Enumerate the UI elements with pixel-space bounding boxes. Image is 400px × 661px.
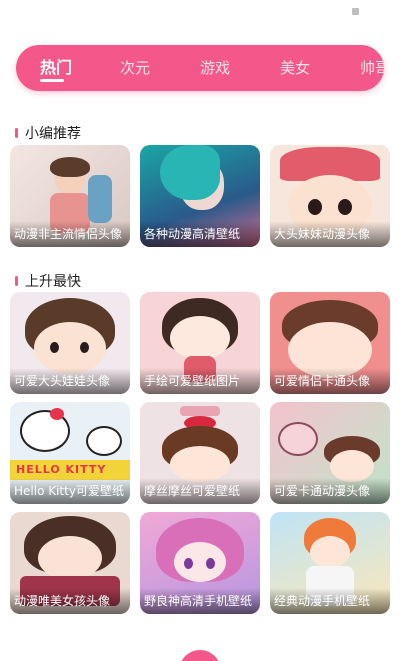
tab-handsome[interactable]: 帅哥 (360, 45, 384, 91)
wallpaper-card[interactable]: 各种动漫高清壁纸 (140, 145, 260, 247)
card-title: 手绘可爱壁纸图片 (140, 368, 260, 394)
tab-games[interactable]: 游戏 (200, 45, 230, 91)
wallpaper-card[interactable]: 可爱情侣卡通头像 (270, 292, 390, 394)
wallpaper-card[interactable]: 动漫非主流情侣头像 (10, 145, 130, 247)
wallpaper-card[interactable]: 手绘可爱壁纸图片 (140, 292, 260, 394)
tab-anime[interactable]: 次元 (120, 45, 150, 91)
wallpaper-card[interactable]: 经典动漫手机壁纸 (270, 512, 390, 614)
card-title: 各种动漫高清壁纸 (140, 221, 260, 247)
section-title-text: 小编推荐 (25, 126, 81, 142)
card-title: Hello Kitty可爱壁纸 (10, 478, 130, 504)
card-title: 可爱大头娃娃头像 (10, 368, 130, 394)
wallpaper-card[interactable]: 可爱大头娃娃头像 (10, 292, 130, 394)
card-title: 经典动漫手机壁纸 (270, 588, 390, 614)
card-title: 可爱卡通动漫头像 (270, 478, 390, 504)
card-title: 动漫非主流情侣头像 (10, 221, 130, 247)
card-title: 可爱情侣卡通头像 (270, 368, 390, 394)
section-title-rising: 上升最快 (15, 271, 81, 291)
wallpaper-card[interactable]: 动漫唯美女孩头像 (10, 512, 130, 614)
tab-beauty[interactable]: 美女 (280, 45, 310, 91)
floating-action-button[interactable] (179, 650, 221, 661)
card-title: 大头妹妹动漫头像 (270, 221, 390, 247)
card-title: 动漫唯美女孩头像 (10, 588, 130, 614)
section-marker (15, 276, 18, 286)
section-marker (15, 128, 18, 138)
card-title: 摩丝摩丝可爱壁纸 (140, 478, 260, 504)
wallpaper-card[interactable]: 摩丝摩丝可爱壁纸 (140, 402, 260, 504)
wallpaper-card[interactable]: 可爱卡通动漫头像 (270, 402, 390, 504)
wallpaper-card[interactable]: 野良神高清手机壁纸 (140, 512, 260, 614)
section-title-text: 上升最快 (25, 274, 81, 290)
category-tabbar: 热门 次元 游戏 美女 帅哥 (16, 45, 384, 91)
wallpaper-card[interactable]: HELLO KITTY Hello Kitty可爱壁纸 (10, 402, 130, 504)
tab-hot[interactable]: 热门 (40, 45, 72, 91)
card-title: 野良神高清手机壁纸 (140, 588, 260, 614)
section-title-featured: 小编推荐 (15, 123, 81, 143)
wallpaper-card[interactable]: 大头妹妹动漫头像 (270, 145, 390, 247)
active-tab-indicator (40, 79, 64, 82)
status-indicator (352, 8, 359, 15)
